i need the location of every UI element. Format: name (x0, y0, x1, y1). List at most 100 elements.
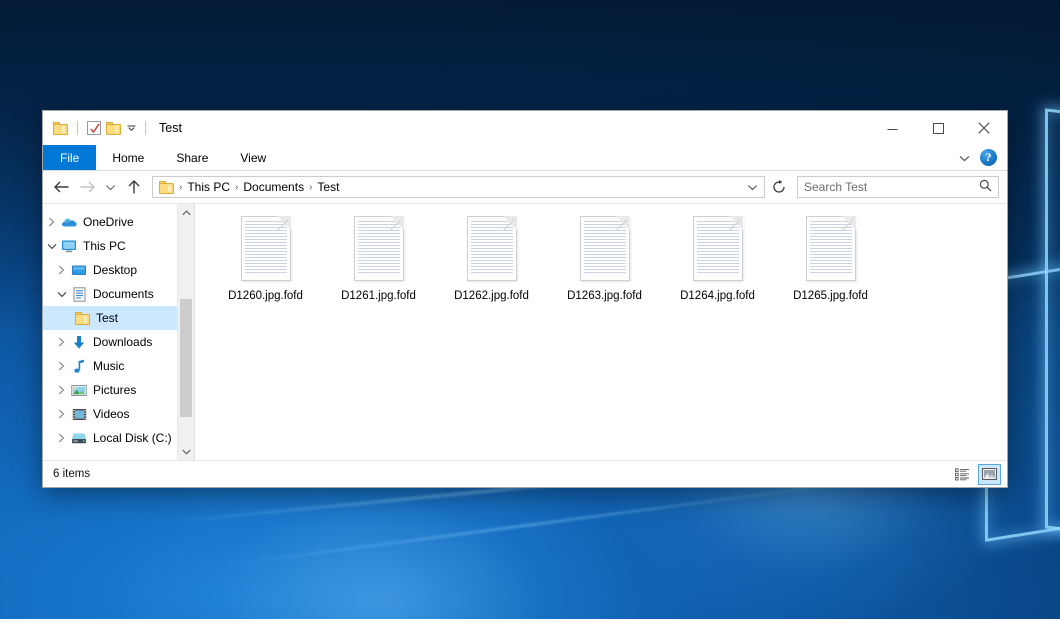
sidebar-item-desktop[interactable]: Desktop (43, 258, 194, 282)
details-view-button[interactable] (951, 464, 974, 485)
chevron-down-icon[interactable] (53, 291, 70, 298)
view-mode-buttons (951, 464, 1001, 485)
qat-divider-1 (77, 121, 78, 135)
folder-icon[interactable] (53, 122, 68, 135)
scroll-down-arrow-icon[interactable] (178, 443, 194, 460)
quick-access-toolbar (53, 121, 150, 135)
document-icon (70, 287, 88, 302)
file-name: D1261.jpg.fofd (341, 290, 416, 302)
file-name: D1260.jpg.fofd (228, 290, 303, 302)
wallpaper-ray-2 (213, 474, 907, 567)
file-grid: D1260.jpg.fofd D1261.jpg.fofd (209, 210, 1007, 302)
file-item[interactable]: D1260.jpg.fofd (209, 210, 322, 302)
generic-document-icon (354, 216, 404, 281)
chevron-right-icon[interactable] (53, 265, 70, 275)
sidebar-item-onedrive[interactable]: OneDrive (43, 210, 194, 234)
wallpaper-pane-right (1045, 108, 1060, 551)
sidebar-item-this-pc[interactable]: This PC (43, 234, 194, 258)
generic-document-icon (693, 216, 743, 281)
close-button[interactable] (961, 111, 1007, 145)
video-icon (70, 408, 88, 421)
monitor-icon (60, 239, 78, 253)
previous-locations-chevron-icon[interactable] (743, 175, 762, 199)
sidebar-item-videos[interactable]: Videos (43, 402, 194, 426)
file-item[interactable]: D1264.jpg.fofd (661, 210, 774, 302)
desktop: Test File Home Share View (0, 0, 1060, 619)
file-item[interactable]: D1265.jpg.fofd (774, 210, 887, 302)
tab-file[interactable]: File (43, 145, 96, 170)
breadcrumb-test[interactable]: Test (314, 180, 342, 194)
file-list-area[interactable]: D1260.jpg.fofd D1261.jpg.fofd (195, 204, 1007, 460)
scrollbar-thumb[interactable] (180, 299, 192, 417)
sidebar-label-pictures: Pictures (93, 383, 136, 397)
generic-document-icon (580, 216, 630, 281)
address-path-field[interactable]: › This PC › Documents › Test (152, 176, 765, 198)
file-item[interactable]: D1262.jpg.fofd (435, 210, 548, 302)
window-controls (869, 111, 1007, 145)
breadcrumb-documents[interactable]: Documents (240, 180, 307, 194)
up-button[interactable] (122, 175, 146, 199)
generic-document-icon (806, 216, 856, 281)
file-item[interactable]: D1263.jpg.fofd (548, 210, 661, 302)
sidebar-item-test[interactable]: Test (43, 306, 194, 330)
tab-share[interactable]: Share (160, 145, 224, 170)
drive-icon (70, 432, 88, 445)
sidebar-item-documents[interactable]: Documents (43, 282, 194, 306)
search-input[interactable]: Search Test (797, 176, 999, 198)
search-icon[interactable] (979, 179, 992, 195)
address-bar: › This PC › Documents › Test (43, 171, 1007, 203)
chevron-right-icon[interactable] (53, 385, 70, 395)
scroll-up-arrow-icon[interactable] (178, 204, 194, 221)
breadcrumb-separator-0: › (177, 182, 184, 193)
file-name: D1263.jpg.fofd (567, 290, 642, 302)
back-button[interactable] (49, 175, 73, 199)
sidebar-item-music[interactable]: Music (43, 354, 194, 378)
search-placeholder: Search Test (804, 180, 979, 194)
tab-view[interactable]: View (224, 145, 282, 170)
desktop-icon (70, 264, 88, 277)
address-folder-icon (159, 181, 174, 194)
ribbon-right-controls: ? (959, 145, 1007, 170)
folder-icon (73, 312, 91, 325)
download-icon (70, 335, 88, 350)
picture-icon (70, 384, 88, 397)
breadcrumb-separator-1: › (233, 182, 240, 193)
title-bar: Test (43, 111, 1007, 145)
chevron-right-icon[interactable] (53, 433, 70, 443)
navigation-pane-scrollbar[interactable] (177, 204, 194, 460)
chevron-right-icon[interactable] (43, 217, 60, 227)
ribbon-tab-bar: File Home Share View ? (43, 145, 1007, 171)
recent-locations-chevron-icon[interactable] (101, 175, 120, 199)
sidebar-item-local-disk[interactable]: Local Disk (C:) (43, 426, 194, 450)
properties-icon[interactable] (87, 121, 101, 135)
window-title: Test (159, 121, 182, 135)
expand-ribbon-chevron-icon[interactable] (959, 151, 970, 165)
file-item[interactable]: D1261.jpg.fofd (322, 210, 435, 302)
sidebar-label-local-disk: Local Disk (C:) (93, 431, 172, 445)
maximize-button[interactable] (915, 111, 961, 145)
help-icon[interactable]: ? (980, 149, 997, 166)
chevron-right-icon[interactable] (53, 409, 70, 419)
large-icons-view-button[interactable] (978, 464, 1001, 485)
item-count-label: 6 items (53, 468, 90, 480)
navigation-pane: OneDrive This PC (43, 204, 195, 460)
chevron-right-icon[interactable] (53, 361, 70, 371)
breadcrumb-separator-2: › (307, 182, 314, 193)
sidebar-label-onedrive: OneDrive (83, 215, 134, 229)
file-name: D1265.jpg.fofd (793, 290, 868, 302)
tab-home[interactable]: Home (96, 145, 160, 170)
chevron-down-icon[interactable] (43, 243, 60, 250)
chevron-right-icon[interactable] (53, 337, 70, 347)
file-name: D1264.jpg.fofd (680, 290, 755, 302)
new-folder-icon[interactable] (106, 122, 121, 135)
file-explorer-window: Test File Home Share View (42, 110, 1008, 488)
sidebar-item-downloads[interactable]: Downloads (43, 330, 194, 354)
address-bar-right (739, 175, 762, 199)
forward-button[interactable] (75, 175, 99, 199)
sidebar-item-pictures[interactable]: Pictures (43, 378, 194, 402)
chevron-down-icon[interactable] (127, 124, 136, 133)
breadcrumb-this-pc[interactable]: This PC (184, 180, 233, 194)
refresh-button[interactable] (767, 175, 791, 199)
minimize-button[interactable] (869, 111, 915, 145)
sidebar-label-videos: Videos (93, 407, 129, 421)
